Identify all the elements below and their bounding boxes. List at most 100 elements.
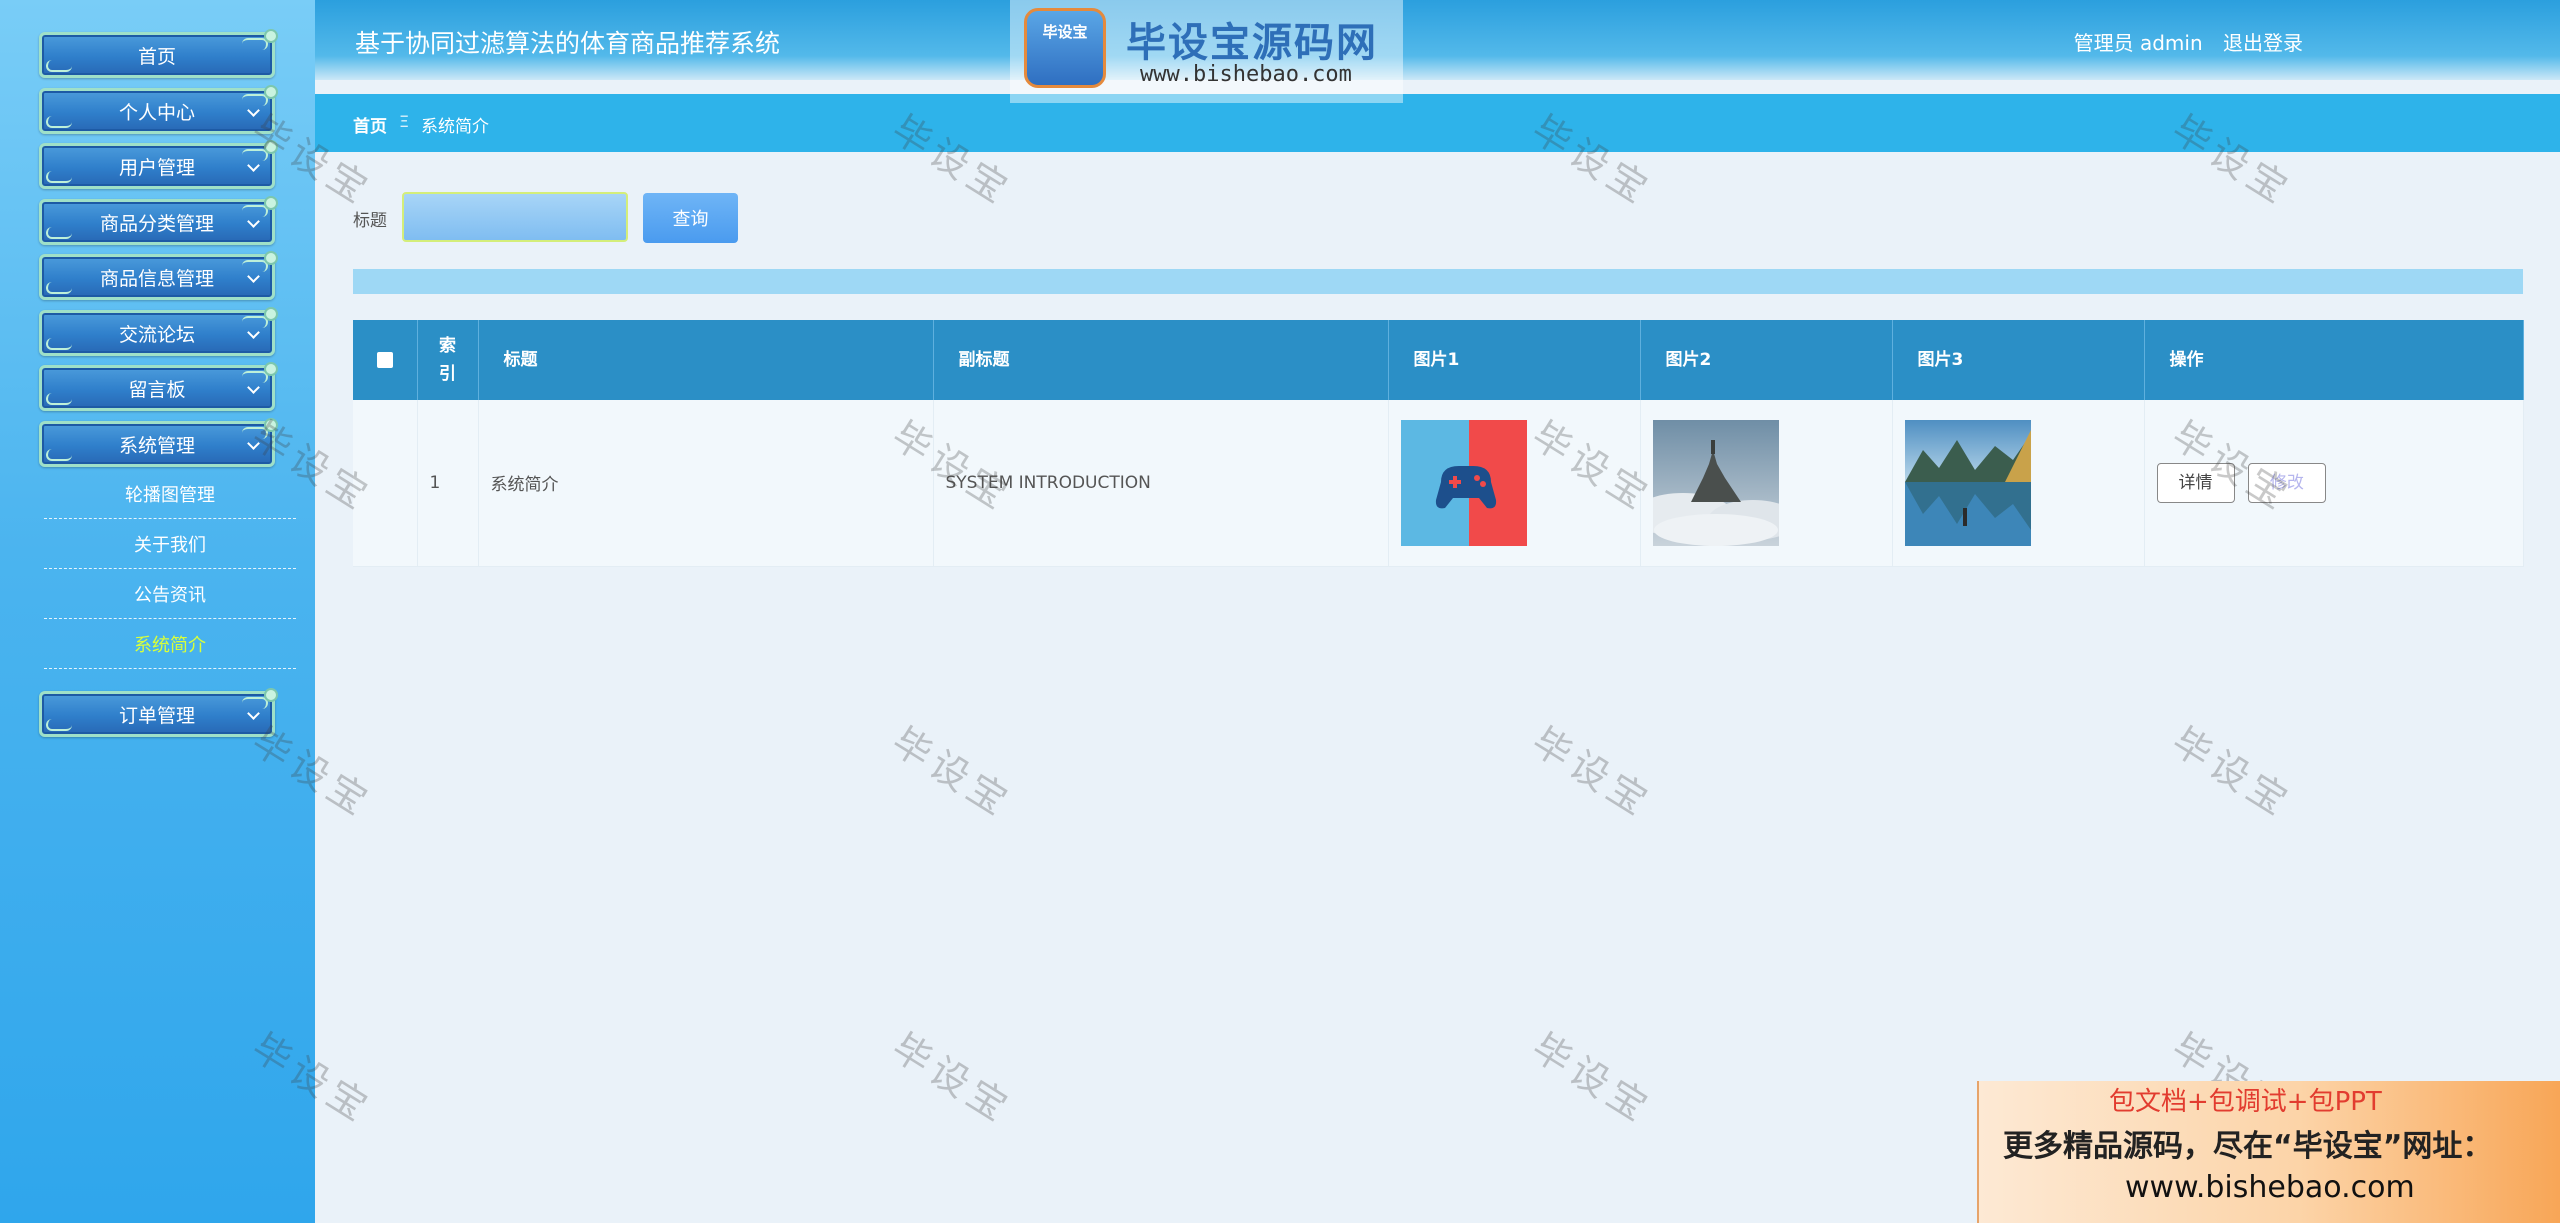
submenu-item-label: 公告资讯	[134, 584, 206, 606]
promo-url: www.bishebao.com	[2125, 1170, 2415, 1205]
sidebar-item-profile[interactable]: 个人中心	[39, 85, 278, 134]
search-label: 标题	[353, 211, 387, 231]
cell-title: 系统简介	[478, 400, 934, 567]
ornament-icon	[46, 60, 72, 72]
chevron-down-icon	[247, 104, 260, 117]
select-all-header[interactable]	[353, 320, 418, 400]
ornament-icon	[242, 427, 268, 439]
castle-image-icon	[1652, 419, 1779, 546]
sidebar-item-home[interactable]: 首页	[39, 29, 278, 78]
watermark-stamp: 毕设宝	[884, 1024, 1020, 1133]
chevron-down-icon	[247, 707, 260, 720]
top-header: 基于协同过滤算法的体育商品推荐系统 管理员 admin 退出登录	[315, 0, 2560, 80]
ornament-icon	[46, 171, 72, 183]
watermark-stamp: 毕设宝	[1524, 1024, 1660, 1133]
sidebar-item-label: 首页	[137, 45, 176, 68]
watermark-stamp: 毕设宝	[2164, 718, 2300, 827]
ornament-icon	[242, 371, 268, 383]
logo-badge-icon: 毕设宝	[1024, 8, 1106, 88]
column-header-image3: 图片3	[1892, 320, 2145, 400]
sidebar-item-users[interactable]: 用户管理	[39, 140, 278, 189]
detail-button[interactable]: 详情	[2156, 462, 2235, 503]
select-all-checkbox[interactable]	[376, 352, 393, 368]
ornament-icon	[46, 719, 72, 731]
knob-icon	[264, 29, 278, 43]
column-header-title: 标题	[478, 320, 934, 400]
promo-banner: 包文档+包调试+包PPT 更多精品源码，尽在“毕设宝”网址： www.bishe…	[1977, 1081, 2560, 1223]
breadcrumb-current: 系统简介	[421, 117, 489, 137]
column-header-actions: 操作	[2144, 320, 2524, 400]
sidebar-item-label: 订单管理	[118, 704, 195, 727]
ornament-icon	[46, 393, 72, 405]
ornament-icon	[46, 116, 72, 128]
cell-index: 1	[417, 400, 479, 567]
chevron-down-icon	[247, 270, 260, 283]
submenu-item-about[interactable]: 关于我们	[44, 519, 296, 569]
submenu-item-intro[interactable]: 系统简介	[44, 619, 296, 669]
submenu-item-news[interactable]: 公告资讯	[44, 569, 296, 619]
column-header-image2: 图片2	[1640, 320, 1893, 400]
lake-image-icon	[1904, 419, 2031, 546]
breadcrumb: 首页 Ξ 系统简介	[315, 94, 2560, 152]
ornament-icon	[242, 697, 268, 709]
submenu-item-label: 轮播图管理	[125, 484, 215, 506]
castle-thumbnail[interactable]	[1652, 419, 1779, 546]
submenu-item-label: 系统简介	[134, 634, 206, 656]
chevron-down-icon	[247, 215, 260, 228]
ornament-icon	[242, 149, 268, 161]
submenu-item-carousel[interactable]: 轮播图管理	[44, 469, 296, 519]
sidebar-item-label: 商品分类管理	[99, 212, 214, 235]
knob-icon	[264, 307, 278, 321]
submenu-item-label: 关于我们	[134, 534, 206, 556]
ornament-icon	[242, 260, 268, 272]
logo-text: 毕设宝源码网	[1126, 20, 1378, 66]
gamepad-thumbnail[interactable]	[1400, 419, 1527, 546]
logout-link[interactable]: 退出登录	[2223, 31, 2303, 55]
chevron-down-icon	[247, 381, 260, 394]
sidebar-item-messages[interactable]: 留言板	[39, 362, 278, 411]
toolbar-strip	[353, 269, 2523, 294]
logo-url: www.bishebao.com	[1140, 62, 1352, 87]
lake-thumbnail[interactable]	[1904, 419, 2031, 546]
current-user: 管理员 admin	[2073, 31, 2203, 55]
ornament-icon	[242, 38, 268, 50]
sidebar-item-label: 用户管理	[118, 156, 195, 179]
cell-image2	[1640, 400, 1893, 567]
chevron-down-icon	[247, 159, 260, 172]
knob-icon	[264, 418, 278, 432]
knob-icon	[264, 140, 278, 154]
ornament-icon	[46, 227, 72, 239]
ornament-icon	[46, 282, 72, 294]
sidebar-item-product[interactable]: 商品信息管理	[39, 251, 278, 300]
chevron-down-icon	[247, 437, 260, 450]
breadcrumb-separator-icon: Ξ	[399, 112, 410, 131]
knob-icon	[264, 362, 278, 376]
search-input[interactable]	[402, 192, 628, 242]
breadcrumb-home[interactable]: 首页	[353, 112, 387, 137]
data-table: 索引 标题 副标题 图片1 图片2 图片3 操作 1 系统简介 SYSTEM I…	[353, 320, 2524, 567]
row-select-cell	[353, 400, 418, 567]
cell-image3	[1892, 400, 2145, 567]
ornament-icon	[46, 338, 72, 350]
table-row: 1 系统简介 SYSTEM INTRODUCTION 详情 修改	[353, 400, 2524, 567]
column-header-subtitle: 副标题	[933, 320, 1389, 400]
sidebar-item-system[interactable]: 系统管理	[39, 418, 278, 467]
sidebar-item-orders[interactable]: 订单管理	[39, 688, 278, 737]
sidebar-item-label: 个人中心	[118, 101, 195, 124]
app-title: 基于协同过滤算法的体育商品推荐系统	[355, 29, 781, 58]
knob-icon	[264, 196, 278, 210]
sidebar-item-label: 系统管理	[118, 434, 195, 457]
watermark-stamp: 毕设宝	[1524, 718, 1660, 827]
sidebar-item-label: 交流论坛	[118, 323, 195, 346]
ornament-icon	[242, 316, 268, 328]
sidebar-item-category[interactable]: 商品分类管理	[39, 196, 278, 245]
gamepad-icon	[1400, 419, 1527, 546]
sidebar-item-forum[interactable]: 交流论坛	[39, 307, 278, 356]
search-button[interactable]: 查询	[643, 193, 738, 243]
promo-line-1: 包文档+包调试+包PPT	[2109, 1087, 2382, 1117]
cell-actions: 详情 修改	[2144, 400, 2524, 567]
column-header-image1: 图片1	[1388, 320, 1641, 400]
edit-button[interactable]: 修改	[2247, 462, 2326, 503]
knob-icon	[264, 85, 278, 99]
watermark-stamp: 毕设宝	[884, 718, 1020, 827]
